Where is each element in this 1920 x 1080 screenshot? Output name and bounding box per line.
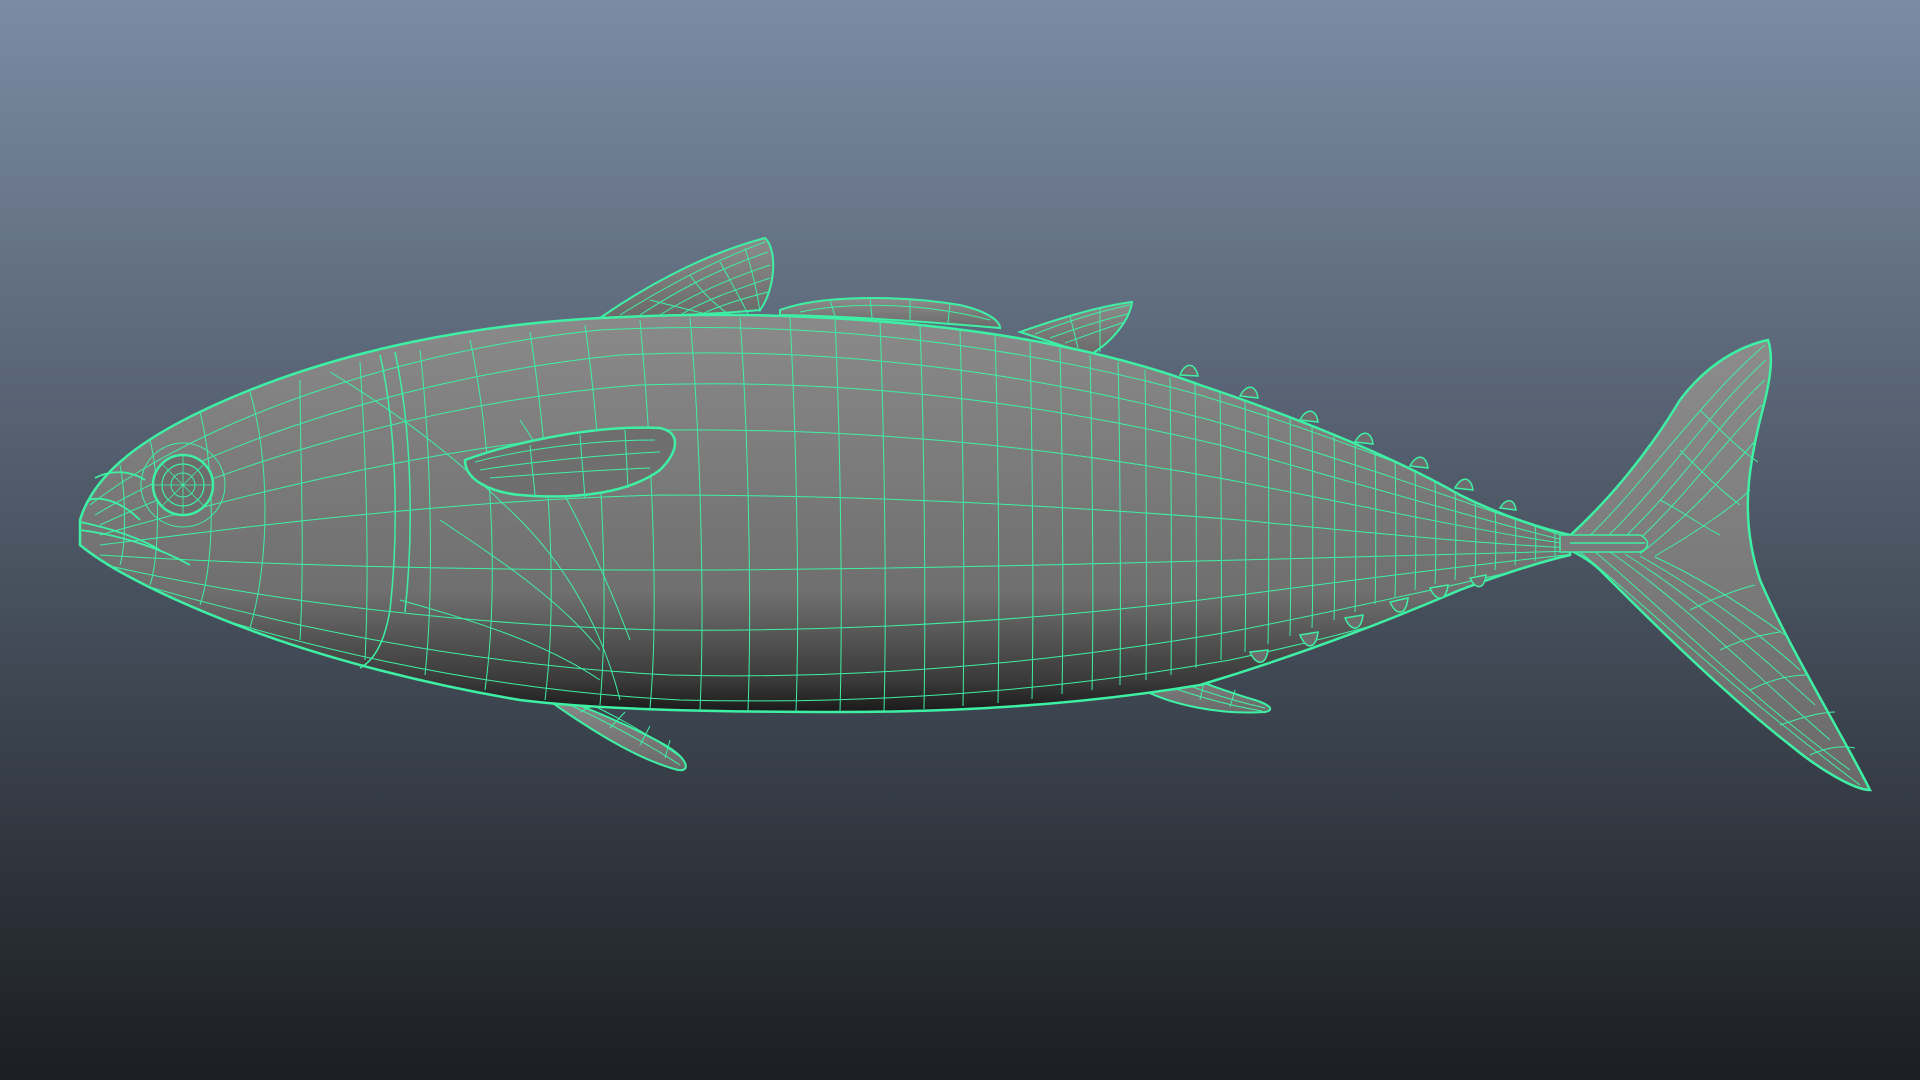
eye xyxy=(140,442,226,528)
3d-viewport[interactable] xyxy=(0,0,1920,1080)
caudal-keel xyxy=(1559,534,1649,553)
dorsal-fin-front xyxy=(596,236,775,320)
caudal-fin xyxy=(1563,338,1873,792)
fish-model-render[interactable] xyxy=(0,0,1920,1080)
fish-body xyxy=(78,313,1572,714)
